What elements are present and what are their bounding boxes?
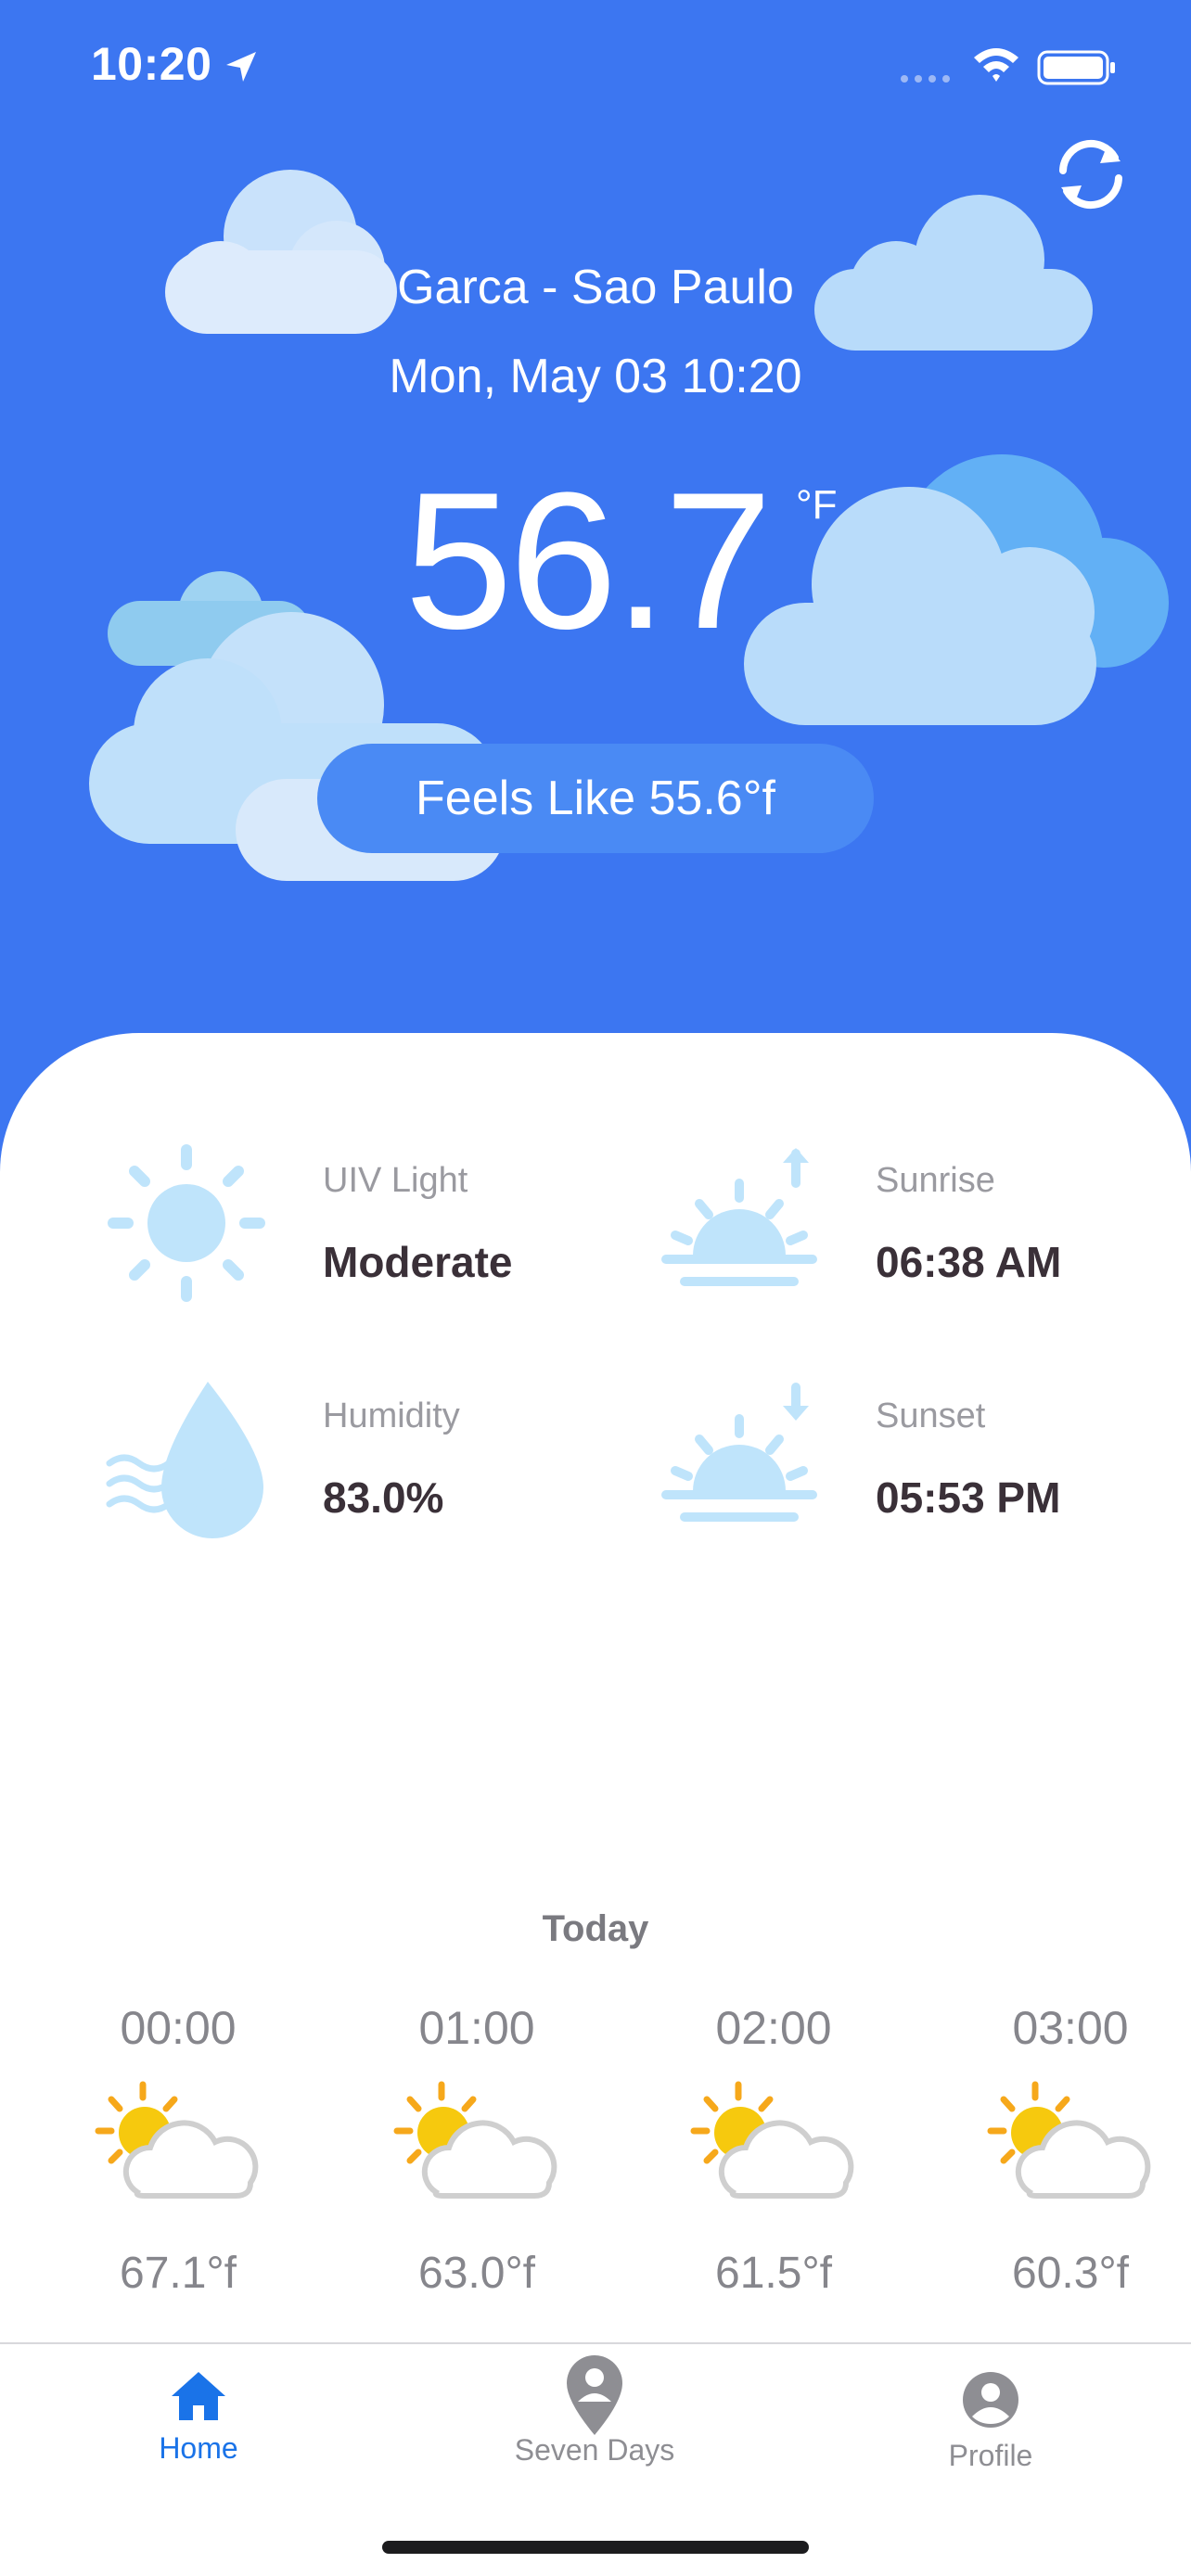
- tab-profile-label: Profile: [948, 2439, 1033, 2472]
- hourly-forecast-item: 00:00 67.1°f: [58, 2001, 299, 2299]
- hour-temperature: 61.5°f: [715, 2249, 832, 2298]
- cellular-signal-icon: [901, 75, 950, 83]
- tab-home-label: Home: [159, 2431, 238, 2465]
- weather-hero: 10:20 Garca - Sao Paulo Mon, May 03 10:2…: [0, 0, 1191, 1205]
- partly-cloudy-icon: [393, 2081, 557, 2199]
- hour-time: 01:00: [418, 2002, 535, 2054]
- tab-seven-days[interactable]: Seven Days: [455, 2344, 734, 2483]
- hour-temperature: 67.1°f: [120, 2249, 237, 2298]
- sunset-icon: [661, 1383, 817, 1522]
- location-arrow-icon: [226, 52, 256, 82]
- partly-cloudy-icon: [987, 2081, 1151, 2199]
- tab-profile[interactable]: Profile: [852, 2344, 1130, 2483]
- uv-label: UIV Light: [323, 1161, 468, 1200]
- sunrise-label: Sunrise: [876, 1161, 995, 1200]
- wifi-icon: [974, 48, 1018, 82]
- hour-time: 02:00: [715, 2002, 832, 2054]
- humidity-icon: [106, 1382, 263, 1538]
- temperature-unit: °F: [796, 482, 838, 528]
- sunrise-value: 06:38 AM: [876, 1238, 1062, 1286]
- tab-home[interactable]: Home: [59, 2344, 338, 2483]
- hour-temperature: 63.0°f: [418, 2249, 535, 2298]
- sunrise-icon: [661, 1148, 817, 1286]
- home-indicator[interactable]: [382, 2541, 809, 2554]
- uv-value: Moderate: [323, 1238, 513, 1286]
- hourly-forecast-item: 02:00 61.5°f: [653, 2001, 894, 2299]
- location-pin-icon: [567, 2355, 622, 2435]
- hour-time: 00:00: [120, 2002, 237, 2054]
- hourly-forecast-item: 01:00 63.0°f: [356, 2001, 597, 2299]
- feels-like-badge: Feels Like 55.6°f: [317, 744, 874, 853]
- status-bar: 10:20: [0, 0, 1191, 130]
- sun-icon: [108, 1144, 265, 1302]
- current-temperature: 56.7: [404, 452, 773, 670]
- city-name: Garca - Sao Paulo: [397, 261, 794, 314]
- humidity-value: 83.0%: [323, 1473, 444, 1522]
- partly-cloudy-icon: [95, 2081, 259, 2199]
- tab-seven-days-label: Seven Days: [514, 2433, 675, 2467]
- sunset-label: Sunset: [876, 1396, 986, 1435]
- sunset-value: 05:53 PM: [876, 1473, 1061, 1522]
- home-icon: [172, 2372, 225, 2420]
- current-datetime: Mon, May 03 10:20: [389, 350, 802, 403]
- hour-temperature: 60.3°f: [1012, 2249, 1129, 2298]
- humidity-label: Humidity: [323, 1396, 460, 1435]
- hourly-forecast-item: 03:00 60.3°f: [950, 2001, 1191, 2299]
- partly-cloudy-icon: [690, 2081, 854, 2199]
- status-time: 10:20: [91, 38, 212, 90]
- today-heading: Today: [542, 1908, 649, 1949]
- hour-time: 03:00: [1012, 2002, 1129, 2054]
- person-icon: [963, 2372, 1018, 2428]
- battery-icon: [1037, 50, 1115, 85]
